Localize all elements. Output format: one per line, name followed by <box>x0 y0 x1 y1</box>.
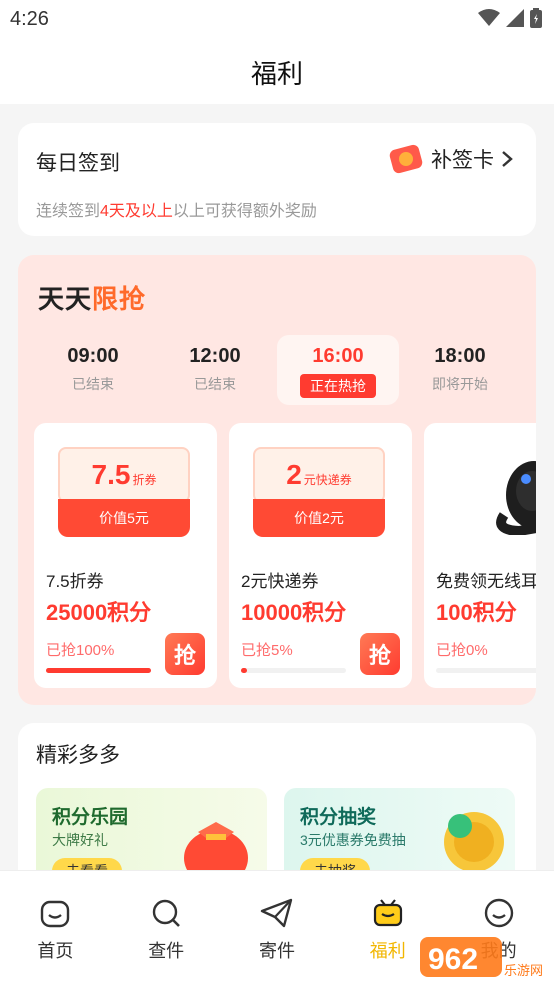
page-header: 福利 <box>0 40 554 104</box>
checkin-desc-highlight: 4天及以上 <box>100 203 173 220</box>
grab-button[interactable]: 抢 <box>360 633 400 675</box>
flash-sale-title: 天天限抢 <box>38 279 146 316</box>
slot-status-badge: 正在热抢 <box>300 374 376 398</box>
tab-track[interactable]: 查件 <box>111 871 222 984</box>
makeup-card-icon <box>389 144 423 174</box>
coupon-face: 7.5 折券 <box>58 447 190 503</box>
slot-status: 已结束 <box>194 376 236 392</box>
gift-icon <box>373 899 402 927</box>
tab-label: 查件 <box>148 941 185 961</box>
tab-label: 福利 <box>369 941 406 961</box>
watermark-logo: 962 乐游网 <box>420 937 543 979</box>
more-title: 精彩多多 <box>36 744 120 767</box>
slot-time: 16:00 <box>312 345 364 367</box>
slot-status: 已结束 <box>72 376 114 392</box>
time-slot[interactable]: 18:00 即将开始 <box>399 335 521 405</box>
tab-label: 首页 <box>37 941 74 961</box>
checkin-desc-suffix: 以上可获得额外奖励 <box>172 203 317 220</box>
deal-name: 7.5折券 <box>46 572 104 591</box>
time-slot[interactable]: 09:00 已结束 <box>32 335 154 405</box>
promo-subtitle: 3元优惠券免费抽 <box>300 832 406 848</box>
deal-card[interactable]: 2 元快递券 价值2元 2元快递券 10000积分 已抢5% 抢 <box>229 423 412 688</box>
deal-progress-bar <box>241 668 346 673</box>
flash-sale-section: 天天限抢 09:00 已结束 12:00 已结束 16:00 正在热抢 18:0… <box>18 255 536 705</box>
coupon-face: 2 元快递券 <box>253 447 385 503</box>
checkin-description: 连续签到4天及以上以上可获得额外奖励 <box>36 197 317 221</box>
daily-checkin-card[interactable]: 每日签到 补签卡 连续签到4天及以上以上可获得额外奖励 <box>18 123 536 236</box>
grab-button[interactable]: 抢 <box>165 633 205 675</box>
makeup-card-label: 补签卡 <box>431 149 494 172</box>
coupon-amount: 2 <box>286 459 302 490</box>
battery-icon <box>530 8 542 28</box>
page-title: 福利 <box>250 58 303 89</box>
coupon-graphic: 7.5 折券 价值5元 <box>58 447 190 537</box>
signal-icon <box>506 9 524 27</box>
paper-plane-icon <box>260 898 293 928</box>
coupon-amount: 7.5 <box>91 459 131 490</box>
coin-icon <box>444 812 504 872</box>
tab-send[interactable]: 寄件 <box>222 871 333 984</box>
coupon-graphic: 2 元快递券 价值2元 <box>253 447 385 537</box>
deal-card[interactable]: 免费领无线耳 100积分 已抢0% <box>424 423 536 688</box>
deal-progress-label: 已抢0% <box>436 642 488 659</box>
deal-points: 25000积分 <box>46 600 152 625</box>
deal-name: 免费领无线耳 <box>436 572 536 591</box>
deal-card[interactable]: 7.5 折券 价值5元 7.5折券 25000积分 已抢100% 抢 <box>34 423 217 688</box>
slot-time: 09:00 <box>67 345 119 367</box>
chevron-right-icon <box>502 151 513 167</box>
coupon-unit: 元快递券 <box>303 473 352 487</box>
coupon-value: 价值5元 <box>58 499 190 537</box>
checkin-title: 每日签到 <box>36 152 120 175</box>
time-slot[interactable]: 12:00 已结束 <box>154 335 276 405</box>
flash-title-a: 天天 <box>38 284 93 314</box>
progress-fill <box>241 668 248 673</box>
deal-progress-label: 已抢5% <box>241 642 293 659</box>
deal-progress-label: 已抢100% <box>46 642 115 659</box>
status-icons <box>478 8 542 28</box>
deal-progress-bar <box>46 668 151 673</box>
watermark-subtext: 乐游网 <box>504 964 543 979</box>
earbud-product-image <box>496 461 536 535</box>
promo-subtitle: 大牌好礼 <box>52 832 108 848</box>
watermark-number: 962 <box>428 943 478 976</box>
deal-points: 100积分 <box>436 600 517 625</box>
smile-icon <box>484 898 513 928</box>
slot-time: 18:00 <box>434 345 486 367</box>
coupon-unit: 折券 <box>132 473 157 487</box>
smile-face-icon <box>41 900 70 928</box>
promo-title: 积分乐园 <box>52 807 129 828</box>
checkin-desc-prefix: 连续签到 <box>36 203 101 220</box>
deal-name: 2元快递券 <box>241 572 319 591</box>
slot-status: 即将开始 <box>432 376 488 392</box>
tab-home[interactable]: 首页 <box>0 871 111 984</box>
promo-title: 积分抽奖 <box>300 807 377 828</box>
progress-fill <box>46 668 151 673</box>
deal-points: 10000积分 <box>241 600 347 625</box>
deal-progress-bar <box>436 668 536 673</box>
time-slot-active[interactable]: 16:00 正在热抢 <box>277 335 399 405</box>
status-time: 4:26 <box>10 8 49 30</box>
makeup-card-link[interactable]: 补签卡 <box>389 143 514 175</box>
slot-time: 12:00 <box>189 345 241 367</box>
search-icon <box>152 899 181 927</box>
wifi-icon <box>478 9 500 26</box>
coupon-value: 价值2元 <box>253 499 385 537</box>
flash-title-b: 限抢 <box>92 284 147 314</box>
tab-label: 寄件 <box>258 941 295 961</box>
status-bar: 4:26 <box>0 0 554 40</box>
